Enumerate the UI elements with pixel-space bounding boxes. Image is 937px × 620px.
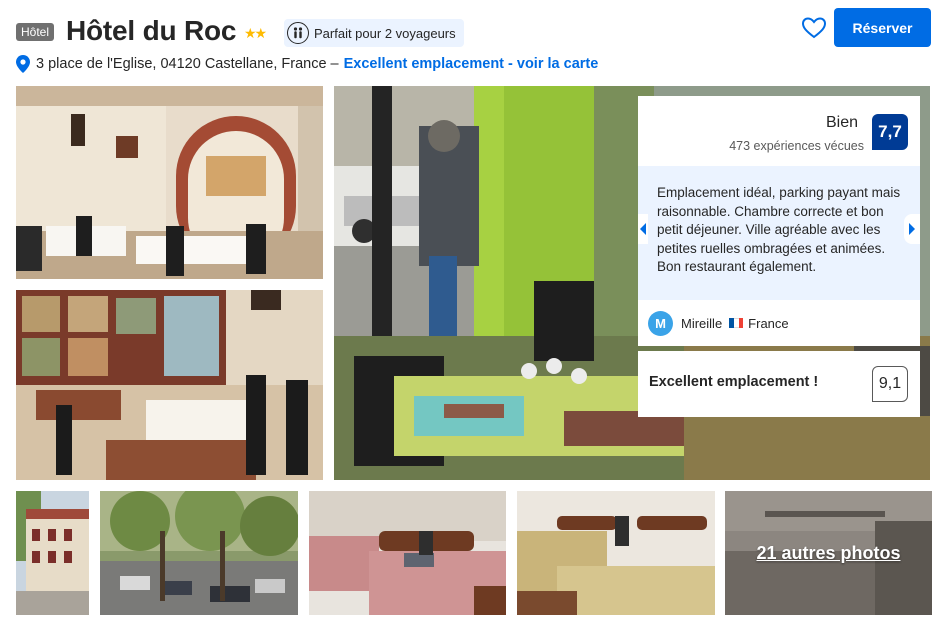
rating-word: Bien — [825, 114, 858, 131]
more-photos-label: 21 autres photos — [756, 542, 901, 563]
travelers-icon — [287, 22, 309, 44]
heart-icon[interactable] — [800, 14, 828, 42]
photo-bedroom-2[interactable] — [517, 491, 715, 615]
review-panel: Bien 473 expériences vécues 7,7 Emplacem… — [638, 96, 920, 417]
address-row: 3 place de l'Eglise, 04120 Castellane, F… — [16, 54, 598, 74]
bedroom-2-image — [517, 491, 715, 615]
map-pin-icon — [16, 55, 30, 73]
hotel-name: Hôtel du Roc — [66, 15, 237, 46]
hotel-header: Hôtel Hôtel du Roc ★★ Parfait pour 2 voy… — [16, 8, 931, 52]
photo-restaurant-dining-room[interactable] — [16, 290, 323, 480]
traveler-badge-label: Parfait pour 2 voyageurs — [314, 25, 456, 41]
property-type-badge: Hôtel — [16, 23, 55, 41]
review-quote: Emplacement idéal, parking payant mais r… — [638, 166, 920, 300]
review-score-summary[interactable]: Bien 473 expériences vécues 7,7 — [638, 96, 920, 166]
france-flag-icon — [729, 318, 744, 328]
chevron-right-icon[interactable] — [904, 214, 920, 244]
reserve-button[interactable]: Réserver — [834, 8, 931, 47]
map-link[interactable]: Excellent emplacement - voir la carte — [344, 56, 599, 72]
author-name: Mireille — [681, 315, 723, 331]
avatar: M — [648, 310, 673, 336]
location-score-badge: 9,1 — [872, 366, 908, 402]
photo-bedroom-1[interactable] — [309, 491, 506, 615]
bedroom-1-image — [309, 491, 506, 615]
score-badge: 7,7 — [872, 114, 908, 150]
hotel-facade-image — [16, 491, 89, 615]
review-count: 473 expériences vécues — [729, 139, 864, 153]
more-photos-tile[interactable]: 21 autres photos — [725, 491, 932, 615]
photo-street-with-cars[interactable] — [100, 491, 298, 615]
author-country: France — [748, 315, 789, 331]
review-quote-text: Emplacement idéal, parking payant mais r… — [657, 185, 901, 274]
review-author: M Mireille France — [638, 300, 920, 346]
location-score-card[interactable]: Excellent emplacement ! 9,1 — [638, 351, 920, 417]
address-text: 3 place de l'Eglise, 04120 Castellane, F… — [36, 56, 339, 72]
photo-hotel-facade[interactable] — [16, 491, 89, 615]
dining-room-image — [16, 290, 323, 480]
star-rating: ★★ — [244, 25, 267, 41]
chevron-left-icon[interactable] — [638, 214, 648, 244]
traveler-badge: Parfait pour 2 voyageurs — [284, 19, 464, 47]
photo-restaurant-entrance[interactable] — [16, 86, 323, 279]
street-image — [100, 491, 298, 615]
restaurant-entrance-image — [16, 86, 323, 279]
location-label: Excellent emplacement ! — [649, 374, 819, 390]
